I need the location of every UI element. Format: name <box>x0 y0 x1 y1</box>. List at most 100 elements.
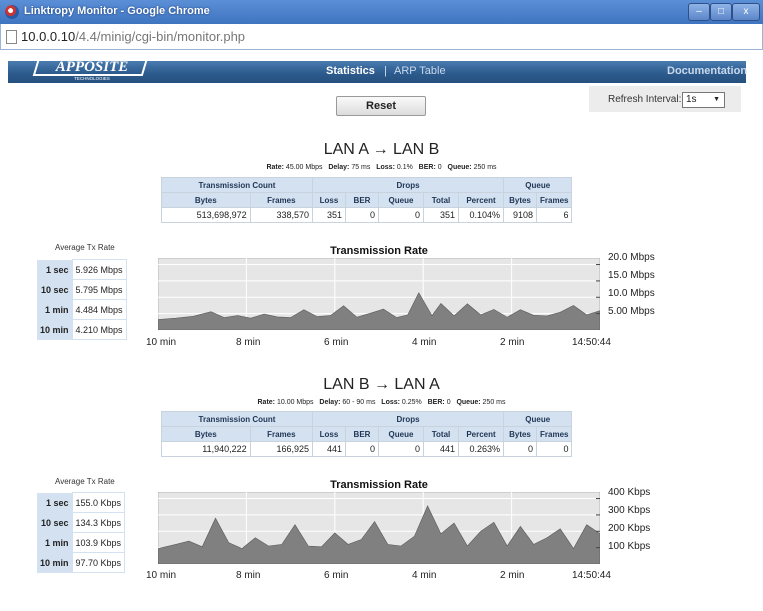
avg-value: 5.795 Mbps <box>71 279 127 300</box>
group-header: Transmission Count <box>161 177 313 193</box>
column-header: Frames <box>249 426 314 442</box>
rate-label: Rate: <box>266 164 284 171</box>
ber-value: 0 <box>446 399 451 406</box>
table-cell: 0 <box>378 441 424 457</box>
column-header: Loss <box>312 192 346 208</box>
x-tick-label: 8 min <box>236 570 261 581</box>
refresh-interval-value: 1s <box>686 94 697 105</box>
address-bar[interactable]: 10.0.0.10/4.4/minig/cgi-bin/monitor.php <box>0 24 763 50</box>
close-button[interactable]: x <box>732 3 760 21</box>
section-title-b-to-a: LAN B → LAN A <box>323 376 440 393</box>
maximize-button[interactable]: □ <box>710 3 732 21</box>
y-tick-label: 300 Kbps <box>608 505 651 516</box>
rate-value: 10.00 Mbps <box>276 399 314 406</box>
table-cell: 513,698,972 <box>161 207 251 223</box>
avg-row: 10 min 4.210 Mbps <box>37 319 127 340</box>
minimize-button[interactable]: – <box>688 3 710 21</box>
page-icon <box>6 30 17 44</box>
column-header: Bytes <box>503 192 537 208</box>
chrome-icon <box>5 5 19 19</box>
window-titlebar: Linktropy Monitor - Google Chrome – □ x <box>0 0 763 24</box>
nav-statistics[interactable]: Statistics <box>326 65 375 77</box>
x-tick-label: 8 min <box>236 337 261 348</box>
table-cell: 11,940,222 <box>161 441 251 457</box>
table-cell: 0.104% <box>458 207 504 223</box>
group-header: Transmission Count <box>161 411 313 427</box>
table-cell: 0 <box>503 441 537 457</box>
link-params-b-to-a: Rate: 10.00 Mbps Delay: 60 - 90 ms Loss:… <box>0 399 763 406</box>
avg-row: 10 sec 5.795 Mbps <box>37 279 127 300</box>
y-tick-label: 100 Kbps <box>608 541 651 552</box>
logo-subtext: TECHNOLOGIES <box>74 76 110 81</box>
column-header: Frames <box>535 192 573 208</box>
rate-value: 45.00 Mbps <box>285 164 323 171</box>
y-tick-label: 200 Kbps <box>608 523 651 534</box>
column-header: Frames <box>249 192 314 208</box>
avg-value: 97.70 Kbps <box>71 552 126 573</box>
delay-value: 60 - 90 ms <box>342 399 376 406</box>
ber-value: 0 <box>437 164 442 171</box>
table-cell: 6 <box>535 207 573 223</box>
avg-period: 1 sec <box>37 259 73 280</box>
y-tick-label: 5.00 Mbps <box>608 306 655 317</box>
avg-tx-rate-title: Average Tx Rate <box>55 243 115 252</box>
top-nav: APPOSITE TECHNOLOGIES Statistics | ARP T… <box>8 54 747 83</box>
ber-label: BER: <box>427 399 445 406</box>
avg-period: 1 min <box>37 299 73 320</box>
table-cell: 351 <box>312 207 346 223</box>
column-header: Total <box>423 192 459 208</box>
avg-period: 10 min <box>37 319 73 340</box>
avg-row: 10 sec 134.3 Kbps <box>37 512 126 533</box>
table-cell: 0 <box>345 207 379 223</box>
column-header: Percent <box>458 426 504 442</box>
refresh-interval-select[interactable]: 1s ▼ <box>682 92 725 108</box>
y-tick-label: 400 Kbps <box>608 487 651 498</box>
avg-value: 4.210 Mbps <box>71 319 127 340</box>
table-cell: 441 <box>423 441 459 457</box>
y-tick-label: 10.0 Mbps <box>608 288 655 299</box>
x-tick-label: 2 min <box>500 337 525 348</box>
rate-label: Rate: <box>257 399 276 406</box>
reset-button[interactable]: Reset <box>336 96 426 116</box>
table-cell: 166,925 <box>249 441 314 457</box>
section-title-a-to-b: LAN A → LAN B <box>323 141 440 158</box>
logo-text: APPOSITE <box>55 59 129 75</box>
link-params-a-to-b: Rate: 45.00 Mbps Delay: 75 ms Loss: 0.1%… <box>0 164 763 171</box>
avg-tx-rate-title: Average Tx Rate <box>55 477 115 486</box>
url-text[interactable]: 10.0.0.10/4.4/minig/cgi-bin/monitor.php <box>21 29 245 44</box>
table-cell: 0 <box>378 207 424 223</box>
avg-period: 10 sec <box>37 279 73 300</box>
loss-label: Loss: <box>381 399 400 406</box>
column-header: Bytes <box>161 426 251 442</box>
x-tick-label: 14:50:44 <box>572 337 611 348</box>
window-title: Linktropy Monitor - Google Chrome <box>24 5 210 17</box>
avg-row: 10 min 97.70 Kbps <box>37 552 126 573</box>
nav-separator: | <box>384 65 387 77</box>
stats-table-a-to-b: Transmission Count Drops Queue Bytes Fra… <box>161 177 573 223</box>
avg-value: 4.484 Mbps <box>71 299 127 320</box>
avg-period: 10 sec <box>37 512 73 533</box>
transmission-rate-chart-a-to-b <box>158 258 600 330</box>
avg-row: 1 sec 5.926 Mbps <box>37 259 127 280</box>
group-header: Drops <box>312 411 504 427</box>
avg-tx-rate-table: 1 sec 155.0 Kbps 10 sec 134.3 Kbps 1 min 10… <box>37 492 126 573</box>
table-row: 11,940,222 166,925 441 0 0 441 0.263% 0 … <box>161 441 573 457</box>
table-cell: 441 <box>312 441 346 457</box>
nav-arp-table[interactable]: ARP Table <box>394 65 446 77</box>
stats-table-b-to-a: Transmission Count Drops Queue Bytes Fra… <box>161 411 573 457</box>
avg-row: 1 sec 155.0 Kbps <box>37 492 126 513</box>
queue-value: 250 ms <box>482 399 506 406</box>
table-cell: 0.263% <box>458 441 504 457</box>
group-header: Queue <box>502 411 573 427</box>
avg-period: 1 min <box>37 532 73 553</box>
x-tick-label: 6 min <box>324 570 349 581</box>
y-tick-label: 20.0 Mbps <box>608 252 655 263</box>
nav-documentation[interactable]: Documentation <box>667 65 747 77</box>
apposite-logo: APPOSITE TECHNOLOGIES <box>32 54 150 81</box>
delay-label: Delay: <box>328 164 350 171</box>
loss-value: 0.1% <box>396 164 413 171</box>
ber-label: BER: <box>418 164 436 171</box>
column-header: Frames <box>535 426 573 442</box>
x-tick-label: 6 min <box>324 337 349 348</box>
table-cell: 0 <box>345 441 379 457</box>
